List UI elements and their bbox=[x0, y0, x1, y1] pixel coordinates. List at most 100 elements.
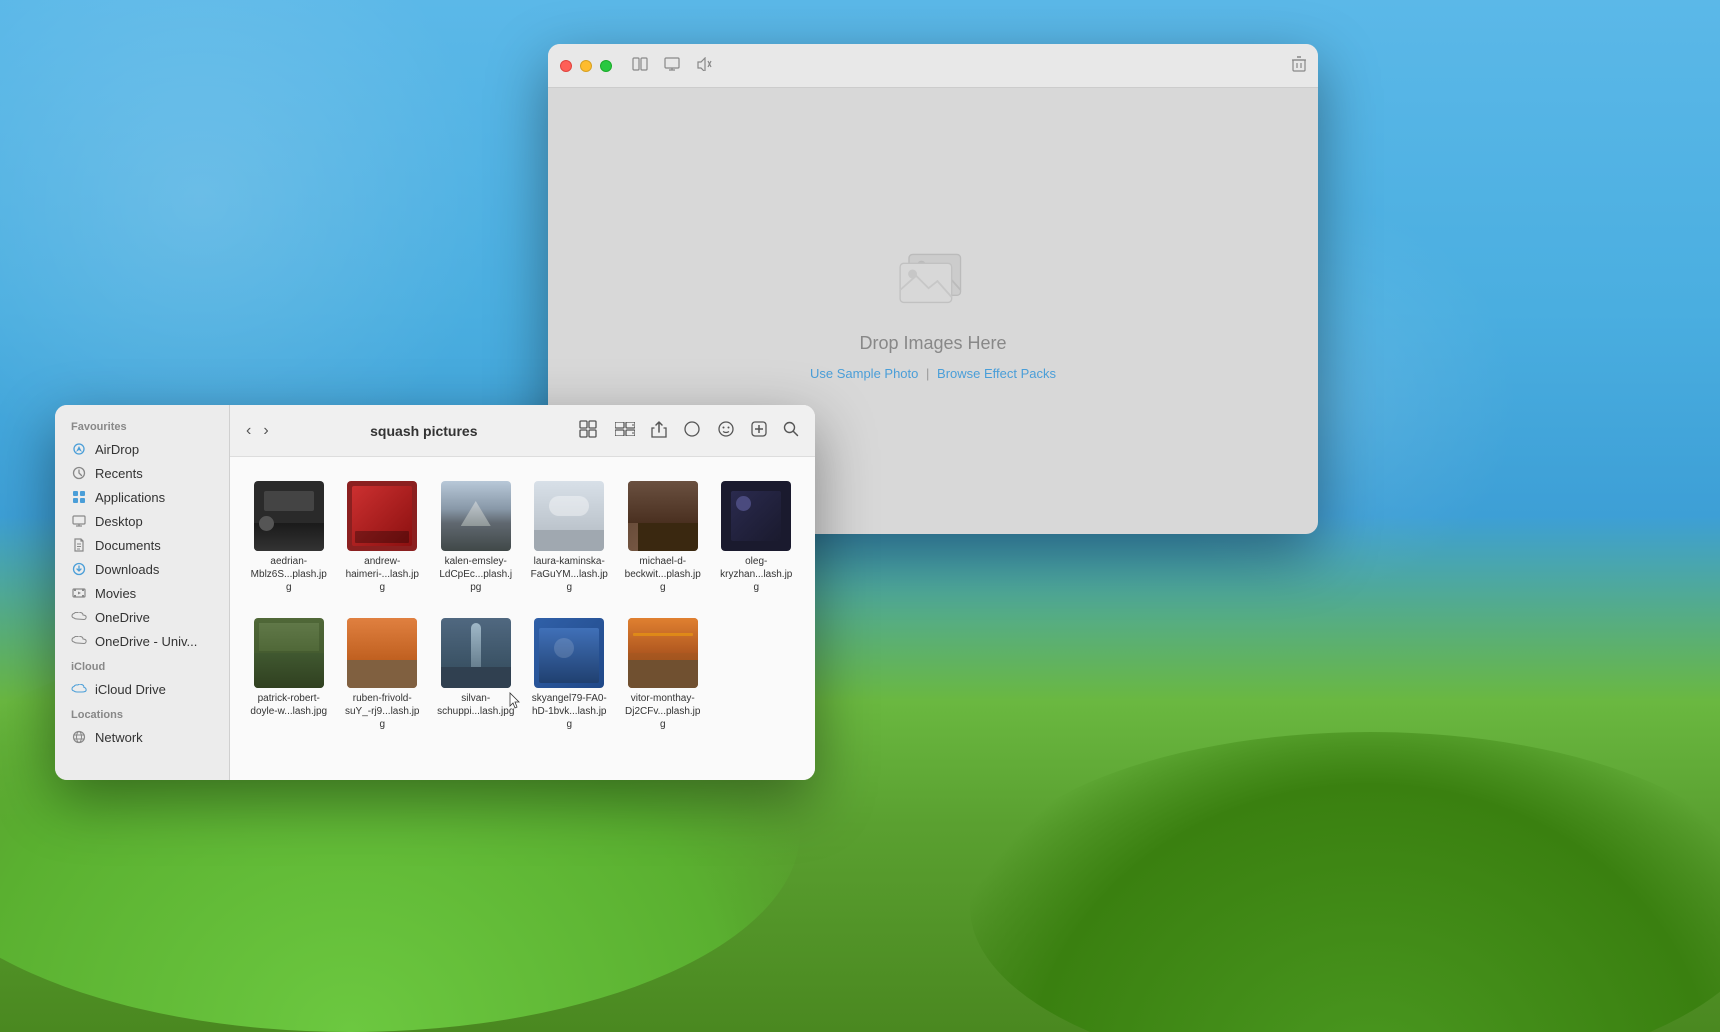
editor-trash-icon[interactable] bbox=[1292, 56, 1306, 75]
icloud-icon bbox=[71, 681, 87, 697]
sidebar-item-icloud[interactable]: iCloud Drive bbox=[59, 677, 225, 701]
sidebar-item-desktop[interactable]: Desktop bbox=[59, 509, 225, 533]
sidebar-downloads-label: Downloads bbox=[95, 562, 159, 577]
sidebar-item-recents[interactable]: Recents bbox=[59, 461, 225, 485]
sidebar-item-movies[interactable]: Movies bbox=[59, 581, 225, 605]
sidebar-airdrop-label: AirDrop bbox=[95, 442, 139, 457]
file-name: kalen-emsley-LdCpEc...plash.jpg bbox=[437, 555, 515, 594]
file-item[interactable]: kalen-emsley-LdCpEc...plash.jpg bbox=[433, 473, 519, 602]
file-thumbnail bbox=[441, 481, 511, 551]
file-item[interactable]: oleg-kryzhan...lash.jpg bbox=[714, 473, 800, 602]
movies-icon bbox=[71, 585, 87, 601]
toolbar-navigation: ‹ › bbox=[242, 420, 273, 442]
file-name: silvan-schuppi...lash.jpg bbox=[437, 692, 514, 718]
sidebar-item-onedrive[interactable]: OneDrive bbox=[59, 605, 225, 629]
links-divider: | bbox=[926, 366, 929, 381]
sidebar-icloud-label: iCloud bbox=[55, 653, 229, 677]
editor-mute-icon[interactable] bbox=[696, 57, 712, 74]
sidebar-locations-label: Locations bbox=[55, 701, 229, 725]
editor-minimize-button[interactable] bbox=[580, 60, 592, 72]
sidebar-icloud-label: iCloud Drive bbox=[95, 682, 166, 697]
sidebar-item-airdrop[interactable]: AirDrop bbox=[59, 437, 225, 461]
file-name: skyangel79-FA0-hD-1bvk...lash.jpg bbox=[531, 692, 609, 731]
file-name: patrick-robert-doyle-w...lash.jpg bbox=[250, 692, 327, 718]
drop-zone-text: Drop Images Here bbox=[859, 333, 1006, 354]
file-name: vitor-monthay-Dj2CFv...plash.jpg bbox=[624, 692, 702, 731]
view-grid-button[interactable] bbox=[575, 416, 603, 446]
file-thumbnail bbox=[347, 618, 417, 688]
drop-zone-icon bbox=[893, 242, 973, 321]
sidebar-onedrive-label: OneDrive bbox=[95, 610, 150, 625]
file-name: aedrian-Mblz6S...plash.jpg bbox=[250, 555, 328, 594]
network-icon bbox=[71, 729, 87, 745]
file-thumbnail bbox=[628, 481, 698, 551]
sidebar-documents-label: Documents bbox=[95, 538, 161, 553]
file-name: oleg-kryzhan...lash.jpg bbox=[718, 555, 796, 594]
sidebar-item-network[interactable]: Network bbox=[59, 725, 225, 749]
file-item[interactable]: laura-kaminska-FaGuYM...lash.jpg bbox=[527, 473, 613, 602]
editor-monitor-icon[interactable] bbox=[664, 57, 680, 74]
search-button[interactable] bbox=[779, 417, 803, 445]
sidebar-network-label: Network bbox=[95, 730, 143, 745]
file-thumbnail bbox=[628, 618, 698, 688]
browse-effect-packs-link[interactable]: Browse Effect Packs bbox=[937, 366, 1056, 381]
file-thumbnail bbox=[254, 481, 324, 551]
finder-window-title: squash pictures bbox=[281, 423, 567, 439]
toolbar-actions bbox=[575, 416, 803, 446]
add-button[interactable] bbox=[747, 417, 771, 445]
forward-button[interactable]: › bbox=[259, 420, 272, 442]
editor-view-icon[interactable] bbox=[632, 57, 648, 74]
share-button[interactable] bbox=[647, 416, 671, 446]
onedrive-icon bbox=[71, 609, 87, 625]
file-item[interactable]: andrew-haimeri-...lash.jpg bbox=[340, 473, 426, 602]
file-thumbnail bbox=[721, 481, 791, 551]
sidebar-applications-label: Applications bbox=[95, 490, 165, 505]
sidebar-onedrive-univ-label: OneDrive - Univ... bbox=[95, 634, 197, 649]
downloads-icon bbox=[71, 561, 87, 577]
editor-close-button[interactable] bbox=[560, 60, 572, 72]
finder-file-grid: aedrian-Mblz6S...plash.jpg andrew-haimer… bbox=[230, 457, 815, 780]
file-thumbnail bbox=[534, 618, 604, 688]
use-sample-photo-link[interactable]: Use Sample Photo bbox=[810, 366, 918, 381]
file-item[interactable]: ruben-frivold-suY_-rj9...lash.jpg bbox=[340, 610, 426, 739]
sidebar-desktop-label: Desktop bbox=[95, 514, 143, 529]
file-item[interactable]: silvan-schuppi...lash.jpg bbox=[433, 610, 519, 739]
recents-icon bbox=[71, 465, 87, 481]
file-name: andrew-haimeri-...lash.jpg bbox=[344, 555, 422, 594]
file-item[interactable]: skyangel79-FA0-hD-1bvk...lash.jpg bbox=[527, 610, 613, 739]
sidebar-recents-label: Recents bbox=[95, 466, 143, 481]
finder-sidebar: Favourites AirDrop Recents bbox=[55, 405, 230, 780]
finder-main: ‹ › squash pictures bbox=[230, 405, 815, 780]
sidebar-item-downloads[interactable]: Downloads bbox=[59, 557, 225, 581]
finder-window: Favourites AirDrop Recents bbox=[55, 405, 815, 780]
view-list-button[interactable] bbox=[611, 418, 639, 444]
onedrive-univ-icon bbox=[71, 633, 87, 649]
tag-button[interactable] bbox=[679, 416, 705, 446]
file-name: ruben-frivold-suY_-rj9...lash.jpg bbox=[344, 692, 422, 731]
sidebar-item-documents[interactable]: Documents bbox=[59, 533, 225, 557]
sidebar-item-onedrive-univ[interactable]: OneDrive - Univ... bbox=[59, 629, 225, 653]
sidebar-favourites-label: Favourites bbox=[55, 413, 229, 437]
finder-toolbar: ‹ › squash pictures bbox=[230, 405, 815, 457]
drop-zone-links: Use Sample Photo | Browse Effect Packs bbox=[810, 366, 1056, 381]
file-thumbnail bbox=[534, 481, 604, 551]
applications-icon bbox=[71, 489, 87, 505]
file-name: michael-d-beckwit...plash.jpg bbox=[624, 555, 702, 594]
sidebar-item-applications[interactable]: Applications bbox=[59, 485, 225, 509]
file-item[interactable]: michael-d-beckwit...plash.jpg bbox=[620, 473, 706, 602]
documents-icon bbox=[71, 537, 87, 553]
file-item[interactable]: patrick-robert-doyle-w...lash.jpg bbox=[246, 610, 332, 739]
sidebar-movies-label: Movies bbox=[95, 586, 136, 601]
file-thumbnail bbox=[441, 618, 511, 688]
file-item[interactable]: vitor-monthay-Dj2CFv...plash.jpg bbox=[620, 610, 706, 739]
file-thumbnail bbox=[254, 618, 324, 688]
file-thumbnail bbox=[347, 481, 417, 551]
desktop-icon bbox=[71, 513, 87, 529]
back-button[interactable]: ‹ bbox=[242, 420, 255, 442]
action-button[interactable] bbox=[713, 416, 739, 446]
airdrop-icon bbox=[71, 441, 87, 457]
editor-titlebar bbox=[548, 44, 1318, 88]
file-item[interactable]: aedrian-Mblz6S...plash.jpg bbox=[246, 473, 332, 602]
editor-maximize-button[interactable] bbox=[600, 60, 612, 72]
file-name: laura-kaminska-FaGuYM...lash.jpg bbox=[531, 555, 609, 594]
